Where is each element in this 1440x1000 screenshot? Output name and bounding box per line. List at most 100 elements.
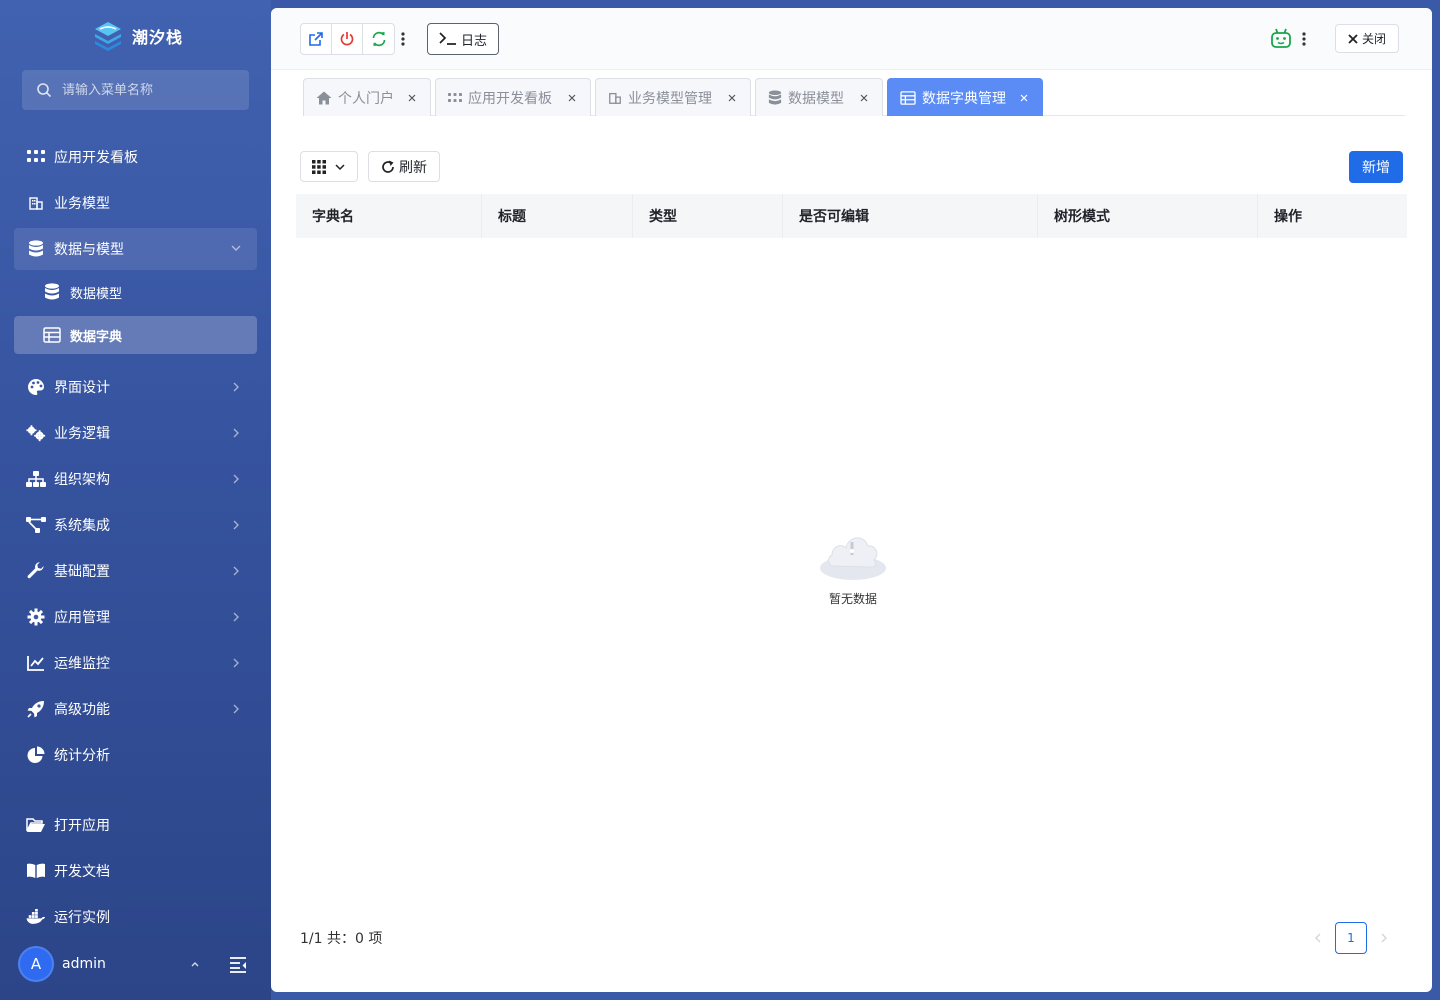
username: admin [62,956,106,972]
column-header-title[interactable]: 标题 [482,194,633,238]
wrench-icon [26,561,46,581]
tab-data-dictionary-management[interactable]: 数据字典管理 [887,78,1043,116]
chevron-right-icon [233,612,239,622]
sidebar-item-ui-design[interactable]: 界面设计 [14,367,257,407]
refresh-button[interactable]: 刷新 [368,151,440,182]
home-icon [316,91,332,104]
chevron-up-icon[interactable] [188,957,202,971]
sidebar-item-label: 数据与模型 [54,242,124,258]
chevron-right-icon [233,382,239,392]
add-button[interactable]: 新增 [1349,151,1403,183]
database-icon [768,89,782,105]
robot-icon[interactable] [1269,26,1293,50]
database-icon [26,239,46,259]
sidebar-item-label: 运维监控 [54,656,110,672]
power-button[interactable] [332,24,363,54]
sidebar-item-label: 界面设计 [54,380,110,396]
sidebar-item-business-logic[interactable]: 业务逻辑 [14,413,257,453]
sidebar-item-open-app[interactable]: 打开应用 [14,805,257,845]
building-icon [26,193,46,213]
column-header-dict-name[interactable]: 字典名 [296,194,482,238]
tab-label: 个人门户 [338,90,394,107]
log-label: 日志 [460,33,487,49]
sync-icon [372,31,385,47]
tab-label: 应用开发看板 [468,90,552,107]
power-icon [340,32,354,46]
chart-line-icon [26,653,46,673]
database-icon [42,282,62,302]
close-button[interactable]: 关闭 [1335,24,1399,53]
tab-business-model-management[interactable]: 业务模型管理 [595,78,751,116]
sidebar-item-business-model[interactable]: 业务模型 [14,183,257,223]
open-external-button[interactable] [301,24,332,54]
brand-name: 潮汐栈 [132,28,184,47]
search-icon [37,83,52,98]
tab-app-dashboard[interactable]: 应用开发看板 [435,78,591,116]
collapse-menu-icon[interactable] [228,954,248,974]
sidebar-item-advanced[interactable]: 高级功能 [14,689,257,729]
more-vertical-icon[interactable] [1298,30,1310,48]
column-header-tree-mode[interactable]: 树形模式 [1038,194,1258,238]
reload-app-button[interactable] [363,24,394,54]
column-settings-dropdown[interactable] [300,151,358,182]
pie-chart-icon [26,745,46,765]
sidebar-item-instances[interactable]: 运行实例 [14,897,257,937]
user-menu[interactable]: A admin [18,946,258,982]
book-icon [26,861,46,881]
tab-label: 数据字典管理 [922,90,1006,107]
grid-dots-icon [26,147,46,167]
avatar[interactable]: A [18,946,54,982]
sidebar-item-data-and-model[interactable]: 数据与模型 [14,228,257,270]
sidebar-item-label: 运行实例 [54,910,110,926]
sidebar-item-data-model[interactable]: 数据模型 [14,273,257,311]
close-label: 关闭 [1361,32,1386,46]
close-icon[interactable] [406,92,418,104]
close-icon[interactable] [858,92,870,104]
external-link-icon [309,32,323,46]
page-number[interactable]: 1 [1335,922,1367,954]
sidebar-item-label: 数据字典 [70,329,123,345]
close-icon[interactable] [726,92,738,104]
app-action-group [300,23,395,55]
column-header-editable[interactable]: 是否可编辑 [783,194,1038,238]
column-header-type[interactable]: 类型 [633,194,783,238]
chevron-left-icon[interactable] [1311,931,1325,945]
terminal-icon [439,32,456,45]
sidebar-item-data-dictionary[interactable]: 数据字典 [14,316,257,354]
chevron-right-icon[interactable] [1377,931,1391,945]
tab-personal-portal[interactable]: 个人门户 [303,78,431,116]
chevron-right-icon [233,704,239,714]
sidebar-item-label: 组织架构 [54,472,110,488]
rocket-icon [26,699,46,719]
logo-icon [95,22,121,51]
close-icon[interactable] [566,92,578,104]
sidebar-item-label: 高级功能 [54,702,110,718]
empty-state: 暂无数据 [803,528,903,607]
pagination-summary: 1/1 共：0 项 [300,931,383,947]
close-icon[interactable] [1018,92,1030,104]
sidebar-item-basic-config[interactable]: 基础配置 [14,551,257,591]
nodes-icon [26,515,46,535]
more-vertical-icon[interactable] [397,30,409,48]
sidebar-item-system-integration[interactable]: 系统集成 [14,505,257,545]
sidebar-item-label: 业务逻辑 [54,426,110,442]
sidebar-item-ops-monitor[interactable]: 运维监控 [14,643,257,683]
tab-label: 数据模型 [788,90,844,107]
grid-dots-icon [448,92,462,102]
sidebar-item-statistics[interactable]: 统计分析 [14,735,257,775]
sidebar: 潮汐栈 应用开发看板 业务模型 数据与模型 数据模型 [0,0,271,1000]
sidebar-item-organization[interactable]: 组织架构 [14,459,257,499]
menu-search[interactable] [22,70,249,110]
sidebar-item-app-management[interactable]: 应用管理 [14,597,257,637]
brand[interactable]: 潮汐栈 [92,20,183,52]
empty-text: 暂无数据 [828,592,877,606]
tab-data-model[interactable]: 数据模型 [755,78,883,116]
chevron-right-icon [233,428,239,438]
column-header-actions[interactable]: 操作 [1258,194,1407,238]
log-button[interactable]: 日志 [427,23,499,55]
menu-search-input[interactable] [62,82,232,98]
sidebar-item-app-dashboard[interactable]: 应用开发看板 [14,137,257,177]
chevron-right-icon [233,474,239,484]
sidebar-item-dev-docs[interactable]: 开发文档 [14,851,257,891]
tab-label: 业务模型管理 [628,90,712,107]
